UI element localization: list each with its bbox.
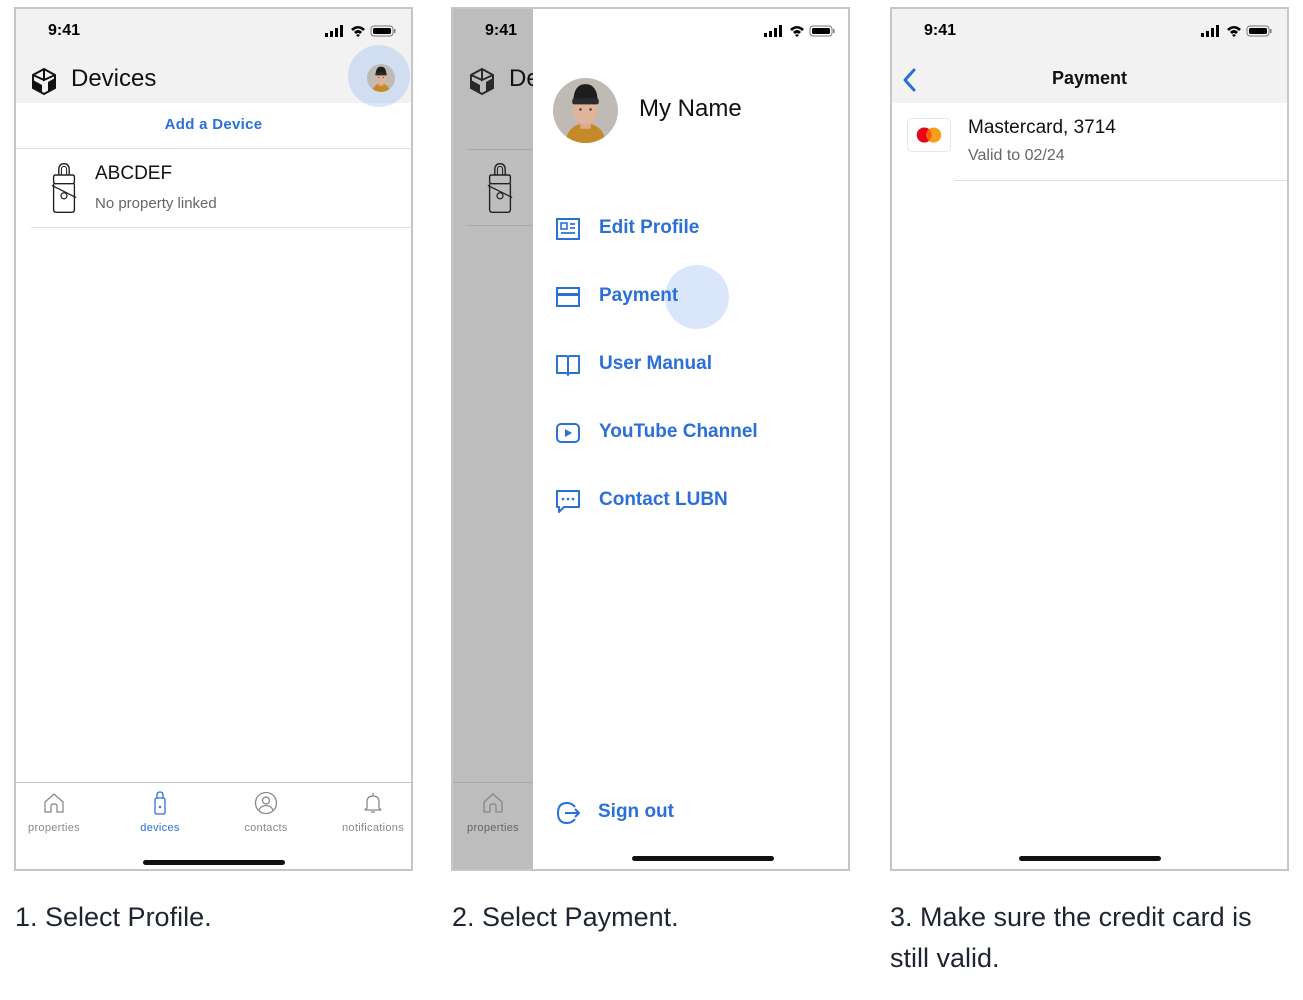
chat-icon <box>555 488 581 514</box>
smart-lock-icon <box>487 159 513 217</box>
payment-card-item[interactable]: Mastercard, 3714 Valid to 02/24 <box>892 103 1287 181</box>
profile-avatar-button[interactable] <box>367 64 395 92</box>
screen-devices: 9:41 Devices Add a Device ABCDEF No prop… <box>14 7 413 871</box>
play-icon <box>555 420 581 446</box>
status-time: 9:41 <box>48 22 81 39</box>
id-card-icon <box>555 216 581 242</box>
dimmed-background[interactable]: 9:41 De properties <box>453 9 533 869</box>
smart-lock-icon <box>51 159 77 217</box>
book-icon <box>555 352 581 378</box>
credit-card-icon <box>555 284 581 310</box>
signal-wifi-battery-icon <box>325 24 397 38</box>
profile-name: My Name <box>639 95 742 122</box>
step-caption-3: 3. Make sure the credit card is still va… <box>890 902 1252 973</box>
side-drawer: My Name Edit Profile Payment User Manual… <box>533 9 850 869</box>
step-caption-1: 1. Select Profile. <box>15 902 212 932</box>
device-subtitle: No property linked <box>95 195 217 212</box>
tab-label: contacts <box>244 822 288 834</box>
home-indicator <box>1018 856 1161 861</box>
add-device-label: Add a Device <box>164 116 263 133</box>
tab-label: properties <box>28 822 80 834</box>
home-indicator <box>142 860 285 865</box>
page-title: Payment <box>1051 68 1128 88</box>
status-bar: 9:41 <box>16 9 411 55</box>
avatar <box>367 64 395 92</box>
background-device-row <box>467 149 533 226</box>
menu-item-edit-profile[interactable]: Edit Profile <box>555 214 835 244</box>
menu-label: YouTube Channel <box>599 421 758 442</box>
menu-item-user-manual[interactable]: User Manual <box>555 350 835 380</box>
signal-wifi-battery-icon <box>764 24 836 38</box>
device-icon <box>148 791 172 815</box>
avatar <box>553 78 618 143</box>
tab-bar: properties devices contacts notification… <box>16 782 411 869</box>
menu-label: Contact LUBN <box>599 489 728 510</box>
add-device-button[interactable]: Add a Device <box>16 103 411 149</box>
menu-item-contact[interactable]: Contact LUBN <box>555 486 835 516</box>
tab-label: notifications <box>342 822 404 834</box>
card-valid-date: Valid to 02/24 <box>968 147 1065 164</box>
home-indicator <box>632 856 774 861</box>
menu-item-payment[interactable]: Payment <box>555 282 835 312</box>
tab-label: properties <box>467 822 519 834</box>
background-title: De <box>509 65 533 92</box>
menu-label: Edit Profile <box>599 217 700 238</box>
card-name: Mastercard, 3714 <box>968 117 1116 138</box>
home-icon <box>481 791 505 815</box>
app-logo-icon <box>29 66 59 96</box>
menu-label: Payment <box>599 285 679 306</box>
mastercard-icon <box>907 118 951 152</box>
menu-label: User Manual <box>599 353 712 374</box>
tab-contacts[interactable]: contacts <box>216 791 316 834</box>
tab-devices[interactable]: devices <box>110 791 210 834</box>
home-icon <box>42 791 66 815</box>
status-time: 9:41 <box>924 22 957 39</box>
profile-avatar <box>553 78 618 143</box>
menu-item-youtube-channel[interactable]: YouTube Channel <box>555 418 835 448</box>
status-bar: 9:41 <box>892 9 1287 55</box>
bell-icon <box>361 791 385 815</box>
device-name: ABCDEF <box>95 163 173 184</box>
sign-out-button[interactable]: Sign out <box>555 798 835 828</box>
tab-properties[interactable]: properties <box>16 791 104 834</box>
tab-notifications[interactable]: notifications <box>323 791 411 834</box>
contact-icon <box>254 791 278 815</box>
app-logo-icon <box>467 66 497 96</box>
divider <box>954 180 1287 181</box>
background-tab: properties <box>453 782 533 869</box>
status-time: 9:41 <box>485 22 518 39</box>
screen-payment: 9:41 Payment Mastercard, 3714 Valid to 0… <box>890 7 1289 871</box>
tab-label: devices <box>140 822 180 834</box>
signal-wifi-battery-icon <box>1201 24 1273 38</box>
step-caption-2: 2. Select Payment. <box>452 902 679 932</box>
sign-out-label: Sign out <box>598 801 674 822</box>
device-list-item[interactable]: ABCDEF No property linked <box>31 150 411 228</box>
sign-out-icon <box>555 800 581 826</box>
page-title: Devices <box>71 65 157 92</box>
status-bar <box>533 9 850 55</box>
screen-profile-menu: 9:41 De properties My Name Edit Profile … <box>451 7 850 871</box>
